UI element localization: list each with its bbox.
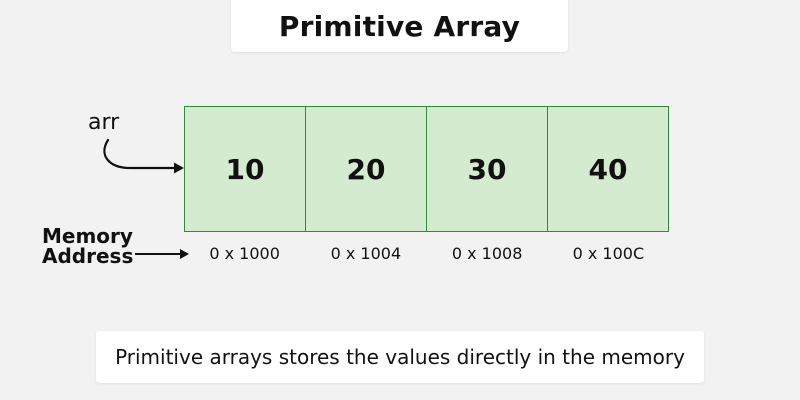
memory-address-label: Memory Address bbox=[42, 226, 133, 266]
curved-arrow-head-icon bbox=[174, 162, 184, 174]
caption-box: Primitive arrays stores the values direc… bbox=[96, 331, 704, 383]
array-cell: 30 bbox=[427, 107, 548, 231]
array-cell: 10 bbox=[185, 107, 306, 231]
memory-label-line1: Memory bbox=[42, 224, 133, 248]
page-title: Primitive Array bbox=[278, 9, 521, 43]
array-cell: 20 bbox=[306, 107, 427, 231]
memory-label-line2: Address bbox=[42, 244, 134, 268]
array-cell-value: 30 bbox=[467, 152, 507, 186]
address-value: 0 x 1000 bbox=[209, 244, 280, 263]
address-value: 0 x 1008 bbox=[451, 244, 523, 263]
array-cell: 40 bbox=[548, 107, 668, 231]
array-cell-value: 10 bbox=[225, 152, 265, 186]
diagram-canvas: Primitive Array arr 10 20 30 40 Memory A… bbox=[0, 0, 800, 400]
pointer-label: arr bbox=[88, 110, 120, 135]
address-row: 0 x 1000 0 x 1004 0 x 1008 0 x 100C bbox=[184, 244, 669, 263]
curved-arrow-icon bbox=[103, 138, 178, 170]
array-cell-value: 40 bbox=[588, 152, 628, 186]
address-value: 0 x 1004 bbox=[330, 244, 402, 263]
caption-text: Primitive arrays stores the values direc… bbox=[115, 345, 685, 369]
title-box: Primitive Array bbox=[231, 0, 568, 52]
array-cell-value: 20 bbox=[346, 152, 386, 186]
array-cells: 10 20 30 40 bbox=[184, 106, 669, 232]
address-value: 0 x 100C bbox=[572, 244, 645, 263]
